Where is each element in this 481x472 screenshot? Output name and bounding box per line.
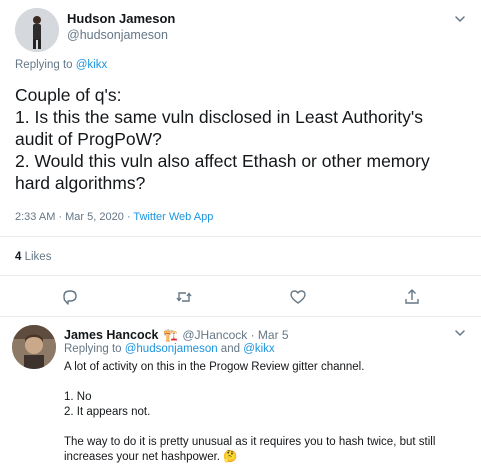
replying-and: and <box>217 343 244 355</box>
timestamp[interactable]: 2:33 AM · Mar 5, 2020 · <box>15 211 133 223</box>
reply-line: 1. No <box>64 391 92 403</box>
heart-icon[interactable] <box>288 287 308 307</box>
author-name[interactable]: James Hancock <box>64 328 159 342</box>
retweet-icon[interactable] <box>174 287 194 307</box>
author-handle[interactable]: @JHancock <box>182 328 247 342</box>
tweet-line: 2. Would this vuln also affect Ethash or… <box>15 151 430 171</box>
tweet-line: audit of ProgPoW? <box>15 129 162 149</box>
avatar[interactable] <box>15 8 59 52</box>
tweet-line: Couple of q's: <box>15 85 122 105</box>
chevron-down-icon[interactable] <box>453 12 467 26</box>
tweet-line: 1. Is this the same vuln disclosed in Le… <box>15 107 423 127</box>
likes-count[interactable]: 4 Likes <box>15 251 51 263</box>
mention-link[interactable]: @hudsonjameson <box>125 343 218 355</box>
reply-author-row: James Hancock 🏗️ @JHancock · Mar 5 <box>64 326 289 344</box>
tweet-date[interactable]: · Mar 5 <box>247 328 289 342</box>
mention-link[interactable]: @kikx <box>76 59 107 71</box>
reply-line: The way to do it is pretty unusual as it… <box>64 436 436 448</box>
author-handle[interactable]: @hudsonjameson <box>67 28 168 42</box>
tweet-body: Couple of q's: 1. Is this the same vuln … <box>15 84 475 194</box>
tweet-meta: 2:33 AM · Mar 5, 2020 · Twitter Web App <box>15 211 213 223</box>
source-link[interactable]: Twitter Web App <box>133 211 213 223</box>
tweet-line: hard algorithms? <box>15 173 146 193</box>
reply-line: A lot of activity on this in the Progow … <box>64 361 365 373</box>
share-icon[interactable] <box>402 287 422 307</box>
construction-emoji: 🏗️ <box>162 328 178 342</box>
replying-prefix: Replying to <box>15 59 76 71</box>
reply-line: increases your net hashpower. 🤔 <box>64 451 238 463</box>
replying-to: Replying to @hudsonjameson and @kikx <box>64 343 275 355</box>
reply-body: A lot of activity on this in the Progow … <box>64 360 476 465</box>
replying-to: Replying to @kikx <box>15 59 107 71</box>
avatar[interactable] <box>12 325 56 369</box>
divider <box>0 316 481 317</box>
divider <box>0 236 481 237</box>
mention-link[interactable]: @kikx <box>243 343 274 355</box>
reply-line: 2. It appears not. <box>64 406 151 418</box>
likes-label: Likes <box>21 251 52 263</box>
divider <box>0 275 481 276</box>
replying-prefix: Replying to <box>64 343 125 355</box>
chevron-down-icon[interactable] <box>453 326 467 340</box>
reply-icon[interactable] <box>60 287 80 307</box>
author-name[interactable]: Hudson Jameson <box>67 11 175 26</box>
